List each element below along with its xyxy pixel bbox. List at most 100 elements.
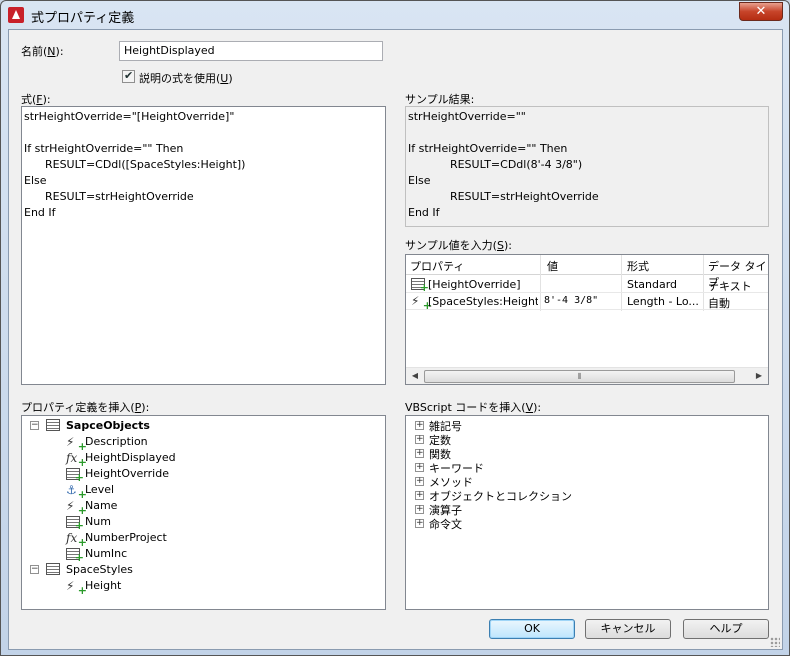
tree-group-spacestyles[interactable]: − SpaceStyles <box>22 562 382 578</box>
column-header-format[interactable]: 形式 <box>627 258 649 274</box>
table-property-icon <box>66 468 84 484</box>
automatic-property-icon: ⚡ <box>66 579 87 598</box>
tree-item-label: Name <box>85 499 118 512</box>
expand-icon[interactable]: + <box>415 421 424 430</box>
name-label: 名前(N): <box>21 45 64 58</box>
expand-icon[interactable]: + <box>415 505 424 514</box>
ok-button[interactable]: OK <box>489 619 575 639</box>
tree-item[interactable]: ⚡ Height <box>22 578 382 598</box>
insert-vbscript-label: VBScript コードを挿入(V): <box>405 401 542 414</box>
formula-editor[interactable]: strHeightOverride="[HeightOverride]" If … <box>21 106 386 385</box>
automatic-property-icon: ⚡ <box>66 499 87 518</box>
property-tree[interactable]: − SapceObjects ⚡ Description fx HeightDi… <box>21 415 386 610</box>
tree-group-sapceobjects[interactable]: − SapceObjects <box>22 418 382 434</box>
tree-item-label: NumberProject <box>85 531 167 544</box>
tree-item[interactable]: ⚡ Description <box>22 434 382 454</box>
grid-cell-format: Standard <box>627 278 678 291</box>
sample-result-box: strHeightOverride="" If strHeightOverrid… <box>405 106 769 227</box>
grid-cell-format: Length - Lo... <box>627 295 699 308</box>
formula-line: RESULT=CDdl([SpaceStyles:Height]) <box>24 158 246 171</box>
formula-label: 式(F): <box>21 93 51 106</box>
tree-item-label: HeightDisplayed <box>85 451 176 464</box>
formula-text[interactable]: strHeightOverride="[HeightOverride]" If … <box>22 107 385 223</box>
tree-item[interactable]: Num <box>22 514 382 532</box>
window-title: 式プロパティ定義 <box>31 11 135 26</box>
cancel-button[interactable]: キャンセル <box>585 619 671 639</box>
name-field[interactable]: HeightDisplayed <box>119 41 383 61</box>
automatic-property-icon: ⚡ <box>66 435 87 454</box>
formula-line: End If <box>24 206 56 219</box>
tree-item[interactable]: fx NumberProject <box>22 530 382 550</box>
table-property-icon <box>66 548 84 564</box>
scrollbar-thumb[interactable]: ⦀ <box>424 370 735 383</box>
title-bar[interactable]: 式プロパティ定義 ✕ <box>1 1 789 29</box>
property-set-icon <box>46 563 60 575</box>
horizontal-scrollbar[interactable]: ◀ ⦀ ▶ <box>406 367 768 384</box>
tree-item[interactable]: ⚡ Name <box>22 498 382 518</box>
property-set-icon <box>46 419 60 431</box>
grid-row[interactable]: ⚡ [SpaceStyles:Height] 8'-4 3/8" Length … <box>406 293 768 313</box>
grid-cell-property: [HeightOverride] <box>428 278 521 291</box>
tree-item[interactable]: fx HeightDisplayed <box>22 450 382 470</box>
automatic-property-icon: ⚡ <box>411 294 432 313</box>
expand-icon[interactable]: + <box>415 449 424 458</box>
formula-line: strHeightOverride="[HeightOverride]" <box>24 110 235 123</box>
resize-grip-icon[interactable] <box>770 637 780 647</box>
grid-cell-type: テキスト <box>708 280 752 293</box>
collapse-icon[interactable]: − <box>30 565 39 574</box>
help-button[interactable]: ヘルプ <box>683 619 769 639</box>
expand-icon[interactable]: + <box>415 477 424 486</box>
grid-row[interactable]: [HeightOverride] Standard テキスト <box>406 276 768 294</box>
sample-result-line: RESULT=CDdl(8'-4 3/8") <box>408 158 583 171</box>
sample-result-line: If strHeightOverride="" Then <box>408 142 568 155</box>
sample-result-line: End If <box>408 206 440 219</box>
grid-header: プロパティ 値 形式 データ タイプ <box>406 255 768 289</box>
sample-result-line <box>408 125 766 141</box>
location-property-icon: ⚓ <box>66 483 87 502</box>
tree-item-label: Num <box>85 515 111 528</box>
insert-property-label: プロパティ定義を挿入(P): <box>21 401 150 414</box>
scroll-left-arrow-icon[interactable]: ◀ <box>408 371 422 382</box>
formula-property-icon: fx <box>66 531 87 550</box>
column-header-value[interactable]: 値 <box>547 258 558 274</box>
vbscript-tree[interactable]: + 雑記号 + 定数 + 関数 + キーワード + メソッド + オブジェクトと… <box>405 415 769 610</box>
grid-cell-property: [SpaceStyles:Height] <box>428 295 538 308</box>
formula-property-icon: fx <box>66 451 87 470</box>
vbscript-item-label: 命令文 <box>429 518 462 531</box>
tree-item-label: Level <box>85 483 115 496</box>
expand-icon[interactable]: + <box>415 435 424 444</box>
tree-item[interactable]: ⚓ Level <box>22 482 382 502</box>
tree-item-label: Height <box>85 579 122 592</box>
autocad-app-icon <box>8 7 24 23</box>
sample-result-line: RESULT=strHeightOverride <box>408 190 599 203</box>
use-description-label[interactable]: 説明の式を使用(U) <box>139 70 233 86</box>
expand-icon[interactable]: + <box>415 463 424 472</box>
vbscript-tree-item[interactable]: + 命令文 <box>406 516 766 532</box>
tree-group-label: SpaceStyles <box>66 563 133 576</box>
column-header-property[interactable]: プロパティ <box>410 258 464 274</box>
formula-line: RESULT=strHeightOverride <box>24 190 194 203</box>
grid-cell-value[interactable]: 8'-4 3/8" <box>544 295 619 306</box>
sample-result-line: Else <box>408 174 431 187</box>
use-description-checkbox[interactable] <box>122 69 135 83</box>
scroll-right-arrow-icon[interactable]: ▶ <box>752 371 766 382</box>
sample-values-grid[interactable]: プロパティ 値 形式 データ タイプ [HeightOverride] Stan… <box>405 254 769 385</box>
tree-item[interactable]: NumInc <box>22 546 382 564</box>
tree-item-label: Description <box>85 435 148 448</box>
dialog-body: 名前(N): HeightDisplayed 説明の式を使用(U) 式(F): … <box>8 29 783 650</box>
expand-icon[interactable]: + <box>415 491 424 500</box>
grid-cell-type: 自動 <box>708 297 730 310</box>
table-property-icon <box>411 278 429 294</box>
collapse-icon[interactable]: − <box>30 421 39 430</box>
tree-item[interactable]: HeightOverride <box>22 466 382 484</box>
sample-result-text: strHeightOverride="" If strHeightOverrid… <box>406 107 768 223</box>
formula-line: If strHeightOverride="" Then <box>24 142 184 155</box>
expand-icon[interactable]: + <box>415 519 424 528</box>
sample-result-label: サンプル結果: <box>405 93 475 106</box>
tree-item-label: HeightOverride <box>85 467 169 480</box>
dialog-window: 式プロパティ定義 ✕ 名前(N): HeightDisplayed 説明の式を使… <box>0 0 790 656</box>
table-property-icon <box>66 516 84 532</box>
close-button[interactable]: ✕ <box>739 2 783 21</box>
formula-line <box>24 125 383 141</box>
sample-values-label: サンプル値を入力(S): <box>405 239 512 252</box>
